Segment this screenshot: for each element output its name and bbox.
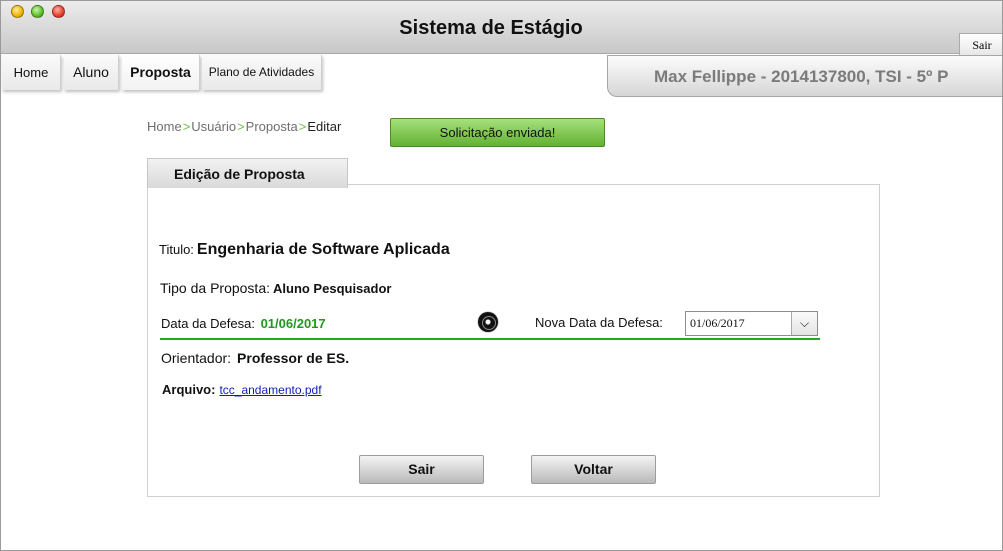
data-defesa-value: 01/06/2017 xyxy=(260,316,326,331)
breadcrumb-proposta[interactable]: Proposta xyxy=(246,119,298,134)
data-defesa-row: Data da Defesa: 01/06/2017 xyxy=(161,316,326,331)
nova-data-selected-value: 01/06/2017 xyxy=(690,316,745,330)
titulo-row: Titulo: Engenharia de Software Aplicada xyxy=(159,241,450,259)
orientador-value: Professor de ES. xyxy=(237,350,350,366)
sair-button[interactable]: Sair xyxy=(359,455,484,484)
data-defesa-label: Data da Defesa: xyxy=(161,316,255,331)
app-window: Sistema de Estágio Sair Home Aluno Propo… xyxy=(0,0,1003,551)
voltar-button[interactable]: Voltar xyxy=(531,455,656,484)
arquivo-label: Arquivo: xyxy=(162,382,216,397)
orientador-label: Orientador: xyxy=(161,350,232,366)
breadcrumb-separator: > xyxy=(182,119,191,134)
tab-proposta[interactable]: Proposta xyxy=(122,55,200,90)
breadcrumb: Home>Usuário>Proposta>Editar xyxy=(147,119,341,134)
tab-home[interactable]: Home xyxy=(2,55,61,90)
status-message-button[interactable]: Solicitação enviada! xyxy=(390,118,605,147)
date-divider-line xyxy=(160,338,820,340)
tipo-row: Tipo da Proposta: Aluno Pesquisador xyxy=(160,280,391,296)
breadcrumb-separator: > xyxy=(298,119,307,134)
breadcrumb-usuario[interactable]: Usuário xyxy=(191,119,236,134)
tab-plano-de-atividades[interactable]: Plano de Atividades xyxy=(202,55,322,90)
breadcrumb-home[interactable]: Home xyxy=(147,119,182,134)
panel-title-tab: Edição de Proposta xyxy=(147,158,348,188)
arquivo-link[interactable]: tcc_andamento.pdf xyxy=(219,383,321,397)
panel-divider xyxy=(347,184,880,185)
user-badge: Max Fellippe - 2014137800, TSI - 5º P xyxy=(607,55,1002,97)
tab-aluno[interactable]: Aluno xyxy=(64,55,119,90)
orientador-row: Orientador: Professor de ES. xyxy=(161,350,349,366)
breadcrumb-editar: Editar xyxy=(307,119,342,134)
arquivo-row: Arquivo: tcc_andamento.pdf xyxy=(162,382,322,397)
radio-selected-icon[interactable] xyxy=(478,312,498,332)
logout-button[interactable]: Sair xyxy=(959,33,1002,57)
app-title: Sistema de Estágio xyxy=(399,17,583,39)
tipo-label: Tipo da Proposta: xyxy=(160,280,270,296)
chevron-down-icon[interactable]: ⌵ xyxy=(791,312,817,335)
proposal-panel xyxy=(147,184,880,497)
titulo-value: Engenharia de Software Aplicada xyxy=(196,241,450,258)
title-bar: Sistema de Estágio xyxy=(1,1,1002,54)
nova-data-label: Nova Data da Defesa: xyxy=(535,315,663,330)
titulo-label: Titulo: xyxy=(159,242,194,257)
nova-data-select[interactable]: 01/06/2017 ⌵ xyxy=(685,311,818,336)
tipo-value: Aluno Pesquisador xyxy=(273,281,392,296)
breadcrumb-separator: > xyxy=(237,119,245,134)
